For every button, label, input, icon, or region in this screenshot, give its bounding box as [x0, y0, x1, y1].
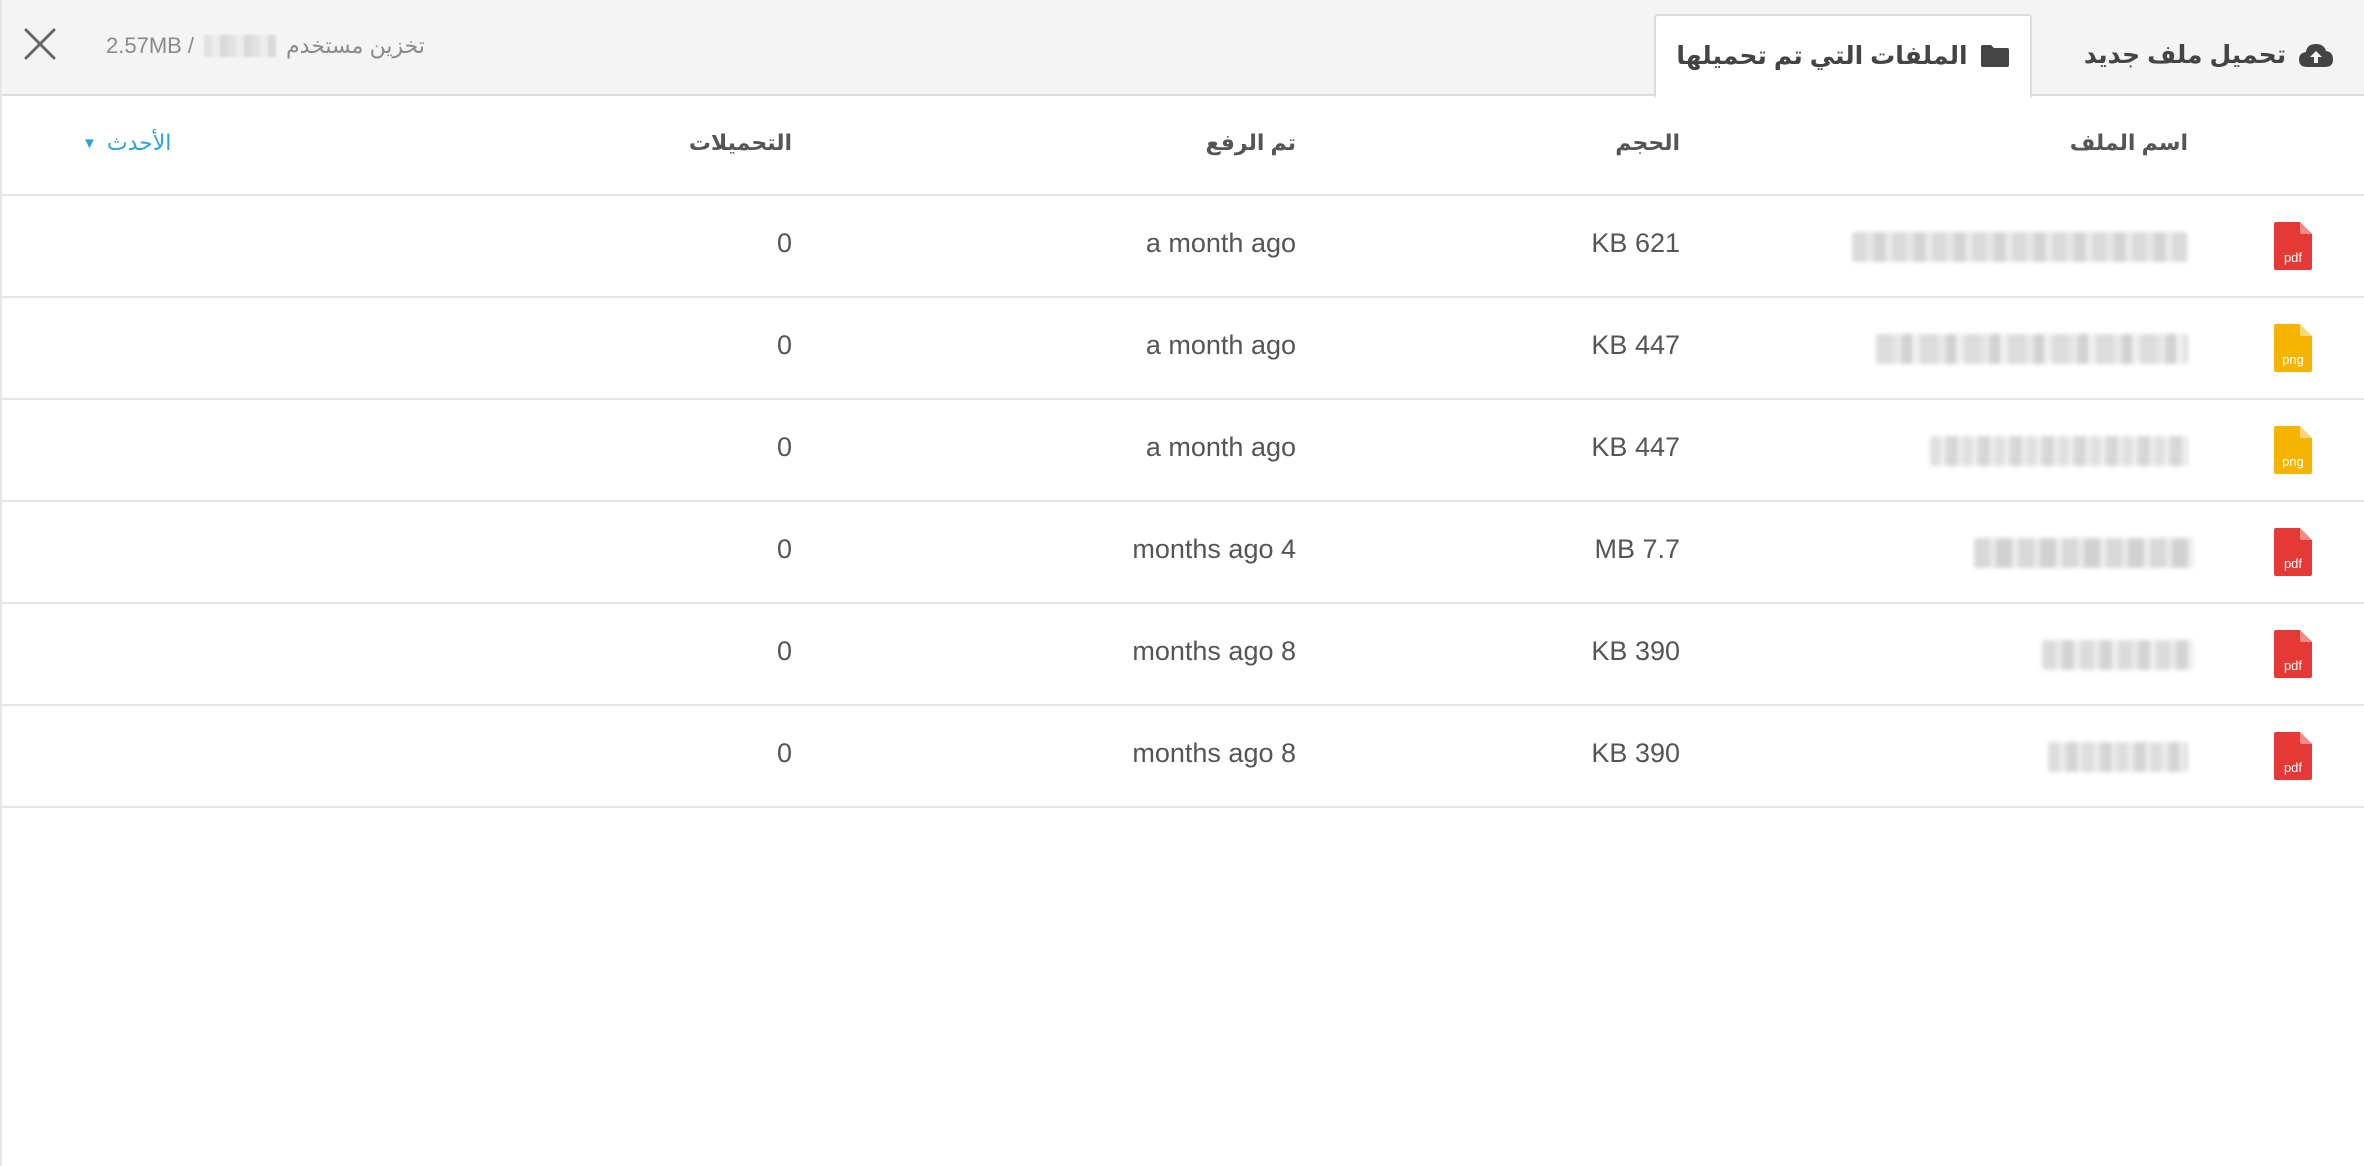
- file-name-redacted[interactable]: [1876, 334, 2188, 364]
- pdf-file-icon: pdf: [2274, 732, 2312, 780]
- file-uploaded-time: a month ago: [1145, 432, 1296, 462]
- png-file-icon: png: [2274, 324, 2312, 372]
- folder-icon: [1980, 45, 2009, 67]
- file-downloads-count: 0: [776, 636, 792, 666]
- file-size: KB 447: [1591, 330, 1680, 360]
- file-downloads-count: 0: [776, 330, 792, 360]
- svg-text:pdf: pdf: [2284, 658, 2302, 673]
- storage-label: تخزين مستخدم: [286, 33, 425, 58]
- dialog-header: 2.57MB / تخزين مستخدم الملفات التي تم تح…: [2, 0, 2364, 98]
- file-downloads-count: 0: [776, 432, 792, 462]
- table-row[interactable]: pdf KB 390 months ago 8 0: [2, 604, 2364, 706]
- pdf-file-icon: pdf: [2274, 630, 2312, 678]
- file-uploaded-time: months ago 8: [1132, 738, 1296, 768]
- file-uploaded-time: a month ago: [1145, 228, 1296, 258]
- file-size: MB 7.7: [1594, 534, 1680, 564]
- sort-dropdown[interactable]: الأحدث ▼: [82, 130, 171, 156]
- storage-usage: 2.57MB / تخزين مستخدم: [106, 30, 425, 62]
- column-header-size[interactable]: الحجم: [1615, 130, 1680, 156]
- file-uploaded-time: months ago 8: [1132, 636, 1296, 666]
- column-header-file-name[interactable]: اسم الملف: [2070, 130, 2188, 156]
- file-size: KB 621: [1591, 228, 1680, 258]
- file-name-redacted[interactable]: [1852, 232, 2188, 262]
- tab-upload-new-file-label: تحميل ملف جديد: [2083, 41, 2287, 69]
- file-downloads-count: 0: [776, 738, 792, 768]
- svg-text:pdf: pdf: [2284, 760, 2302, 775]
- storage-limit-redacted: [204, 35, 277, 57]
- pdf-file-icon: pdf: [2274, 222, 2312, 270]
- file-downloads-count: 0: [776, 228, 792, 258]
- file-name-redacted[interactable]: [1930, 436, 2188, 466]
- svg-text:pdf: pdf: [2284, 556, 2302, 571]
- table-row[interactable]: png KB 447 a month ago 0: [2, 400, 2364, 502]
- svg-text:png: png: [2282, 454, 2304, 469]
- file-size: KB 447: [1591, 432, 1680, 462]
- table-row[interactable]: pdf KB 390 months ago 8 0: [2, 706, 2364, 808]
- table-row[interactable]: pdf KB 621 a month ago 0: [2, 196, 2364, 298]
- column-header-downloads[interactable]: التحميلات: [689, 130, 792, 156]
- tab-uploaded-files-label: الملفات التي تم تحميلها: [1676, 42, 1968, 70]
- table-header: اسم الملف الحجم تم الرفع التحميلات الأحد…: [2, 96, 2364, 196]
- close-button[interactable]: [20, 24, 60, 64]
- table-row[interactable]: pdf MB 7.7 months ago 4 0: [2, 502, 2364, 604]
- file-name-redacted[interactable]: [1974, 538, 2194, 568]
- cloud-upload-icon: [2299, 44, 2334, 67]
- file-uploaded-time: months ago 4: [1132, 534, 1296, 564]
- svg-text:pdf: pdf: [2284, 250, 2302, 265]
- file-name-redacted[interactable]: [2042, 640, 2194, 670]
- caret-down-icon: ▼: [82, 134, 97, 152]
- file-size: KB 390: [1591, 738, 1680, 768]
- storage-used: 2.57MB /: [106, 33, 195, 58]
- tab-upload-new-file[interactable]: تحميل ملف جديد: [2064, 14, 2354, 96]
- column-header-uploaded[interactable]: تم الرفع: [1205, 130, 1296, 156]
- file-downloads-count: 0: [776, 534, 792, 564]
- file-size: KB 390: [1591, 636, 1680, 666]
- svg-text:png: png: [2282, 352, 2304, 367]
- png-file-icon: png: [2274, 426, 2312, 474]
- file-manager-dialog: 2.57MB / تخزين مستخدم الملفات التي تم تح…: [0, 0, 2364, 1166]
- pdf-file-icon: pdf: [2274, 528, 2312, 576]
- file-name-redacted[interactable]: [2048, 742, 2188, 772]
- close-icon: [24, 28, 56, 60]
- file-uploaded-time: a month ago: [1145, 330, 1296, 360]
- sort-label: الأحدث: [106, 130, 172, 155]
- tab-uploaded-files[interactable]: الملفات التي تم تحميلها: [1654, 14, 2032, 98]
- files-table: اسم الملف الحجم تم الرفع التحميلات الأحد…: [2, 96, 2364, 808]
- table-row[interactable]: png KB 447 a month ago 0: [2, 298, 2364, 400]
